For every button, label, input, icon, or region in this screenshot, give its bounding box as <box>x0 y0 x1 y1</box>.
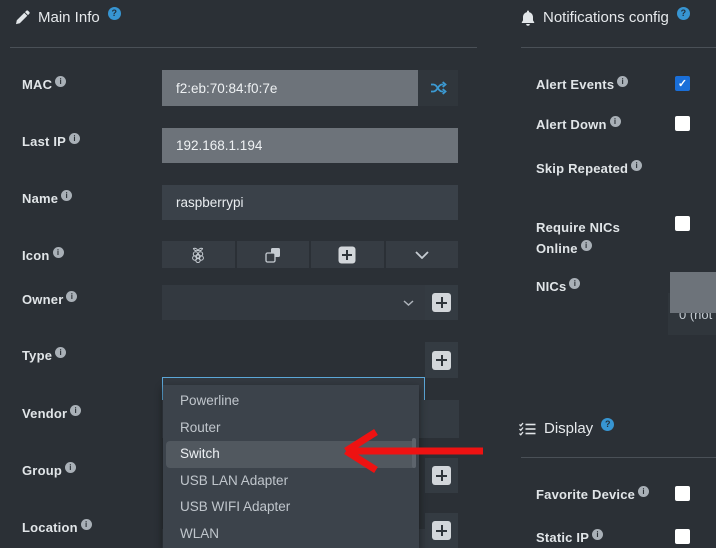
square-plus-icon <box>338 246 356 264</box>
square-plus-icon <box>432 293 451 312</box>
info-icon[interactable] <box>55 347 66 358</box>
dropdown-scrollbar[interactable] <box>412 438 416 468</box>
copy-icon-button[interactable] <box>237 241 310 268</box>
chevron-down-icon <box>403 300 414 306</box>
info-icon[interactable] <box>55 76 66 87</box>
alert-down-checkbox[interactable] <box>675 116 690 131</box>
info-icon[interactable] <box>610 116 621 127</box>
main-info-title: Main Info <box>38 9 100 26</box>
dropdown-option[interactable]: Router <box>163 415 419 442</box>
copy-icon <box>265 247 281 263</box>
nics-label: NICs <box>536 279 580 294</box>
device-edit-page: Main Info MAC Last IP Name Icon Owner Ty… <box>0 0 716 548</box>
bell-icon <box>521 10 535 26</box>
group-label: Group <box>22 463 76 478</box>
info-icon[interactable] <box>569 278 580 289</box>
current-icon-button[interactable] <box>162 241 235 268</box>
add-type-button[interactable] <box>425 342 458 378</box>
help-icon[interactable] <box>601 418 614 431</box>
dropdown-option[interactable]: USB WIFI Adapter <box>163 494 419 521</box>
info-icon[interactable] <box>69 133 80 144</box>
name-label: Name <box>22 191 72 206</box>
vendor-label: Vendor <box>22 406 81 421</box>
require-nics-label: Require NICs Online <box>536 217 620 259</box>
display-title: Display <box>544 420 593 437</box>
icon-label: Icon <box>22 248 64 263</box>
pencil-icon <box>15 10 30 25</box>
dropdown-option[interactable]: WLAN <box>163 521 419 548</box>
info-icon[interactable] <box>65 462 76 473</box>
dropdown-option-highlighted[interactable]: Switch <box>166 441 416 468</box>
favorite-device-checkbox[interactable] <box>675 486 690 501</box>
info-icon[interactable] <box>61 190 72 201</box>
static-ip-checkbox[interactable] <box>675 529 690 544</box>
shuffle-icon <box>430 81 447 95</box>
display-divider <box>521 457 716 458</box>
add-group-button[interactable] <box>425 458 458 493</box>
main-info-divider <box>10 47 477 48</box>
notifications-title: Notifications config <box>543 9 669 26</box>
alert-events-checkbox[interactable] <box>675 76 690 91</box>
last-ip-label: Last IP <box>22 134 80 149</box>
static-ip-label: Static IP <box>536 530 603 545</box>
display-header: Display <box>519 420 614 437</box>
nics-multiselect[interactable] <box>670 272 716 313</box>
mac-row: f2:eb:70:84:f0:7e <box>162 70 458 106</box>
help-icon[interactable] <box>108 7 121 20</box>
help-icon[interactable] <box>677 7 690 20</box>
add-icon-button[interactable] <box>311 241 384 268</box>
info-icon[interactable] <box>81 519 92 530</box>
expand-icons-button[interactable] <box>386 241 459 268</box>
owner-label: Owner <box>22 292 77 307</box>
alert-events-label: Alert Events <box>536 77 628 92</box>
owner-select[interactable] <box>162 285 425 320</box>
square-plus-icon <box>432 466 451 485</box>
info-icon[interactable] <box>631 160 642 171</box>
type-dropdown-menu: Powerline Router Switch USB LAN Adapter … <box>163 385 419 548</box>
square-plus-icon <box>432 521 451 540</box>
require-nics-checkbox[interactable] <box>675 216 690 231</box>
dropdown-option[interactable]: USB LAN Adapter <box>163 468 419 495</box>
info-icon[interactable] <box>617 76 628 87</box>
info-icon[interactable] <box>638 486 649 497</box>
info-icon[interactable] <box>70 405 81 416</box>
main-info-header: Main Info <box>15 9 121 26</box>
randomize-mac-button[interactable] <box>418 70 458 106</box>
skip-repeated-label: Skip Repeated <box>536 161 642 176</box>
alert-down-label: Alert Down <box>536 117 621 132</box>
last-ip-input[interactable]: 192.168.1.194 <box>162 128 458 163</box>
add-location-button[interactable] <box>425 513 458 548</box>
raspberry-pi-icon <box>191 247 205 263</box>
chevron-down-icon <box>415 251 429 259</box>
square-plus-icon <box>432 351 451 370</box>
favorite-device-label: Favorite Device <box>536 487 649 502</box>
add-owner-button[interactable] <box>425 285 458 320</box>
info-icon[interactable] <box>66 291 77 302</box>
notifications-header: Notifications config <box>521 9 690 26</box>
name-input[interactable]: raspberrypi <box>162 185 458 220</box>
type-label: Type <box>22 348 66 363</box>
info-icon[interactable] <box>581 240 592 251</box>
mac-input[interactable]: f2:eb:70:84:f0:7e <box>162 70 418 106</box>
icon-toolbar <box>162 241 458 268</box>
mac-label: MAC <box>22 77 66 92</box>
info-icon[interactable] <box>53 247 64 258</box>
dropdown-option[interactable]: Powerline <box>163 388 419 415</box>
info-icon[interactable] <box>592 529 603 540</box>
notifications-divider <box>521 47 716 48</box>
location-label: Location <box>22 520 92 535</box>
list-check-icon <box>519 422 536 436</box>
